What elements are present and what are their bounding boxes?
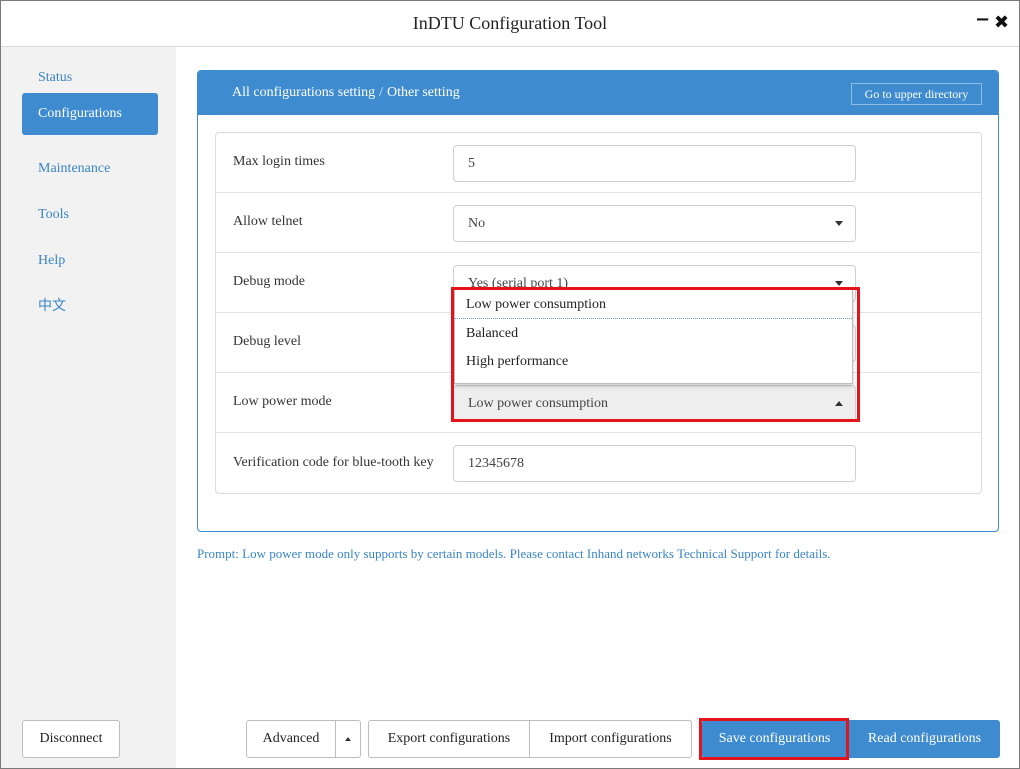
form-row-max-login-times: Max login times 5 [216, 133, 981, 193]
bluetooth-code-input[interactable]: 12345678 [453, 445, 856, 482]
title-bar: InDTU Configuration Tool − ✖ [1, 1, 1019, 47]
low-power-mode-label: Low power mode [233, 394, 332, 409]
disconnect-button[interactable]: Disconnect [22, 720, 120, 758]
sidebar-item-configurations[interactable]: Configurations [22, 93, 158, 135]
allow-telnet-label: Allow telnet [233, 214, 303, 229]
sidebar-item-tools[interactable]: Tools [22, 194, 158, 236]
close-icon[interactable]: ✖ [994, 12, 1009, 33]
form-row-allow-telnet: Allow telnet No [216, 193, 981, 253]
import-configurations-button[interactable]: Import configurations [529, 720, 692, 758]
low-power-mode-dropdown: Low power consumption Balanced High perf… [454, 288, 853, 384]
debug-mode-label: Debug mode [233, 274, 305, 289]
chevron-down-icon [835, 281, 843, 286]
breadcrumb-separator: / [379, 85, 383, 100]
chevron-up-icon [835, 401, 843, 406]
low-power-mode-value: Low power consumption [468, 396, 608, 411]
chevron-down-icon [835, 221, 843, 226]
sidebar-item-language[interactable]: 中文 [22, 286, 158, 328]
sidebar-item-help[interactable]: Help [22, 240, 158, 282]
dropdown-option-low-power-consumption[interactable]: Low power consumption [455, 291, 852, 319]
go-upper-directory-button[interactable]: Go to upper directory [851, 83, 982, 105]
caret-up-icon [345, 736, 351, 741]
save-configurations-button[interactable]: Save configurations [702, 720, 847, 758]
minimize-icon[interactable]: − [975, 9, 990, 30]
panel-header: All configurations setting / Other setting… [198, 71, 998, 115]
max-login-times-label: Max login times [233, 154, 325, 169]
low-power-mode-select[interactable]: Low power consumption [453, 385, 856, 422]
advanced-dropdown-toggle[interactable] [335, 720, 361, 758]
allow-telnet-select[interactable]: No [453, 205, 856, 242]
breadcrumb: All configurations setting / Other setting [232, 85, 460, 101]
debug-level-label: Debug level [233, 334, 302, 349]
allow-telnet-value: No [468, 216, 486, 231]
window-title: InDTU Configuration Tool [412, 13, 608, 33]
max-login-times-input[interactable]: 5 [453, 145, 856, 182]
app-window: InDTU Configuration Tool − ✖ Status Conf… [0, 0, 1020, 769]
prompt-text: Prompt: Low power mode only supports by … [197, 546, 831, 561]
breadcrumb-item-other-setting: Other setting [386, 85, 460, 100]
advanced-button[interactable]: Advanced [246, 720, 336, 758]
export-configurations-button[interactable]: Export configurations [368, 720, 530, 758]
dropdown-option-high-performance[interactable]: High performance [455, 348, 852, 376]
bluetooth-code-label: Verification code for blue-tooth key [233, 455, 434, 470]
read-configurations-button[interactable]: Read configurations [849, 720, 1000, 758]
form-row-bluetooth-code: Verification code for blue-tooth key 123… [216, 433, 981, 493]
sidebar: Status Configurations Maintenance Tools … [1, 47, 176, 768]
sidebar-item-maintenance[interactable]: Maintenance [22, 148, 158, 190]
dropdown-option-balanced[interactable]: Balanced [455, 320, 852, 348]
breadcrumb-item-all-configurations[interactable]: All configurations setting [232, 85, 375, 100]
